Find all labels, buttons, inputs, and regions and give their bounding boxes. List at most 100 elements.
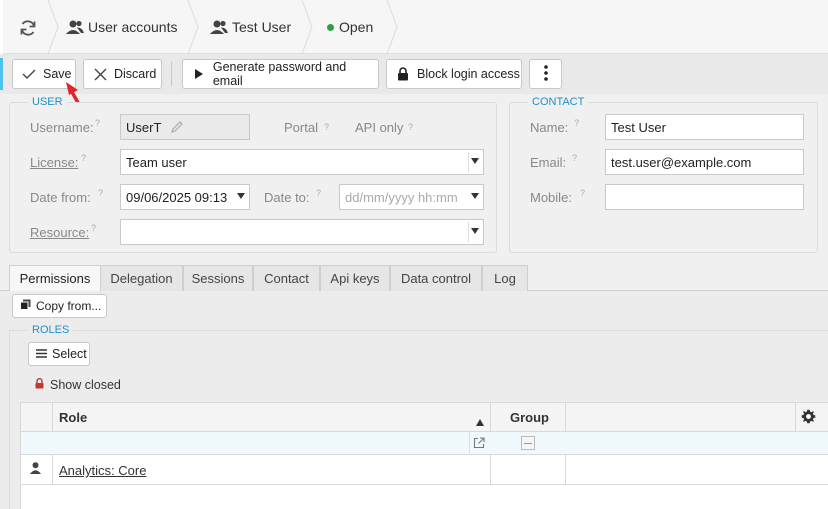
date-to-placeholder: dd/mm/yyyy hh:mm [345,190,458,205]
help-icon: ? [324,122,330,132]
show-closed-label: Show closed [50,378,121,392]
help-icon: ? [81,153,87,163]
date-from-field[interactable]: 09/06/2025 09:13 [120,184,250,210]
date-from-label: Date from: [30,190,91,205]
role-header-label: Role [59,410,88,425]
close-icon [92,66,108,82]
tab-log[interactable]: Log [482,265,528,291]
discard-button[interactable]: Discard [83,59,162,89]
pencil-icon[interactable] [170,121,183,136]
chevron-down-icon [471,193,479,199]
save-label: Save [43,67,72,81]
role-value: Analytics: Core [59,463,147,478]
crumb-user-accounts[interactable]: User accounts [66,0,177,54]
dropdown-divider [468,152,469,172]
email-label: Email: [530,155,567,170]
grid-header [21,403,828,432]
left-accent-strip [0,0,3,54]
tab-api-keys[interactable]: Api keys [320,265,390,291]
chevron-down-icon [471,158,479,164]
license-label[interactable]: License: [30,155,78,170]
filter-col-divider [469,432,470,455]
email-field[interactable]: test.user@example.com [605,149,804,175]
date-to-field[interactable]: dd/mm/yyyy hh:mm [339,184,484,210]
crumb-separator [386,0,398,54]
help-icon: ? [580,188,586,198]
toolbar-accent [0,58,3,90]
license-value: Team user [126,155,187,170]
contact-legend: CONTACT [528,96,589,108]
show-closed-toggle[interactable]: Show closed [35,378,121,392]
username-field: UserT [120,114,250,140]
toolbar-divider [171,62,172,86]
status-dot [327,23,334,31]
crumb-separator [47,0,59,54]
crumb-label: User accounts [88,19,178,35]
group-column-header[interactable]: Group [510,410,549,425]
tab-data-control[interactable]: Data control [390,265,482,291]
sort-asc-icon[interactable] [476,414,484,429]
help-icon: ? [95,118,101,128]
crumb-separator [301,0,313,54]
email-value: test.user@example.com [611,155,752,170]
block-login-button[interactable]: Block login access [386,59,522,89]
copy-icon [20,299,31,313]
crumb-test-user[interactable]: Test User [210,0,291,54]
kebab-icon [543,64,548,84]
tab-label: Contact [264,271,309,286]
refresh-icon[interactable] [18,18,38,38]
role-column-header[interactable]: Role [59,410,87,425]
check-icon [21,66,37,82]
group-header-label: Group [510,410,549,425]
discard-label: Discard [114,67,157,81]
toolbar: Save Discard Generate password and email… [0,54,828,94]
help-icon: ? [408,122,414,132]
resource-select[interactable] [120,219,484,245]
generate-password-button[interactable]: Generate password and email [182,59,379,89]
gear-icon[interactable] [801,409,816,427]
more-options-button[interactable] [529,59,562,89]
license-select[interactable]: Team user [120,149,484,175]
username-label: Username: [30,120,94,135]
date-to-label: Date to: [264,190,310,205]
tab-delegation[interactable]: Delegation [100,265,183,291]
help-icon: ? [316,188,322,198]
breadcrumb: User accounts Test User Open [0,0,828,54]
list-icon [36,347,47,361]
crumb-status[interactable]: Open [327,0,373,54]
name-label: Name: [530,120,569,135]
play-icon [191,66,207,82]
chevron-down-icon [471,228,479,234]
copy-from-button[interactable]: Copy from... [12,294,107,318]
name-value: Test User [611,120,666,135]
tab-contact[interactable]: Contact [253,265,320,291]
resource-label[interactable]: Resource: [30,225,89,240]
user-icon [30,462,41,477]
tab-label: Delegation [110,271,173,286]
users-icon [66,19,84,35]
tab-permissions[interactable]: Permissions [9,265,101,292]
block-label: Block login access [417,67,520,81]
crumb-label: Test User [232,19,292,35]
mobile-field[interactable] [605,184,804,210]
grid-filter-row [21,432,828,455]
grid-settings-divider [795,403,796,432]
help-icon: ? [572,153,578,163]
help-icon: ? [91,223,97,233]
help-icon: ? [574,118,580,128]
select-button[interactable]: Select [28,342,90,366]
help-icon: ? [98,188,104,198]
role-link[interactable]: Analytics: Core [59,463,146,478]
user-legend: USER [28,96,67,108]
open-external-icon[interactable] [473,437,485,452]
group-filter-checkbox[interactable] [521,436,535,450]
crumb-label: Open [339,19,374,35]
name-field[interactable]: Test User [605,114,804,140]
tab-sessions[interactable]: Sessions [183,265,253,291]
tab-label: Sessions [191,271,245,286]
username-value: UserT [126,120,162,135]
lock-icon [395,66,411,82]
tab-label: Data control [400,271,472,286]
tab-label: Log [494,271,516,286]
generate-label: Generate password and email [212,60,347,88]
